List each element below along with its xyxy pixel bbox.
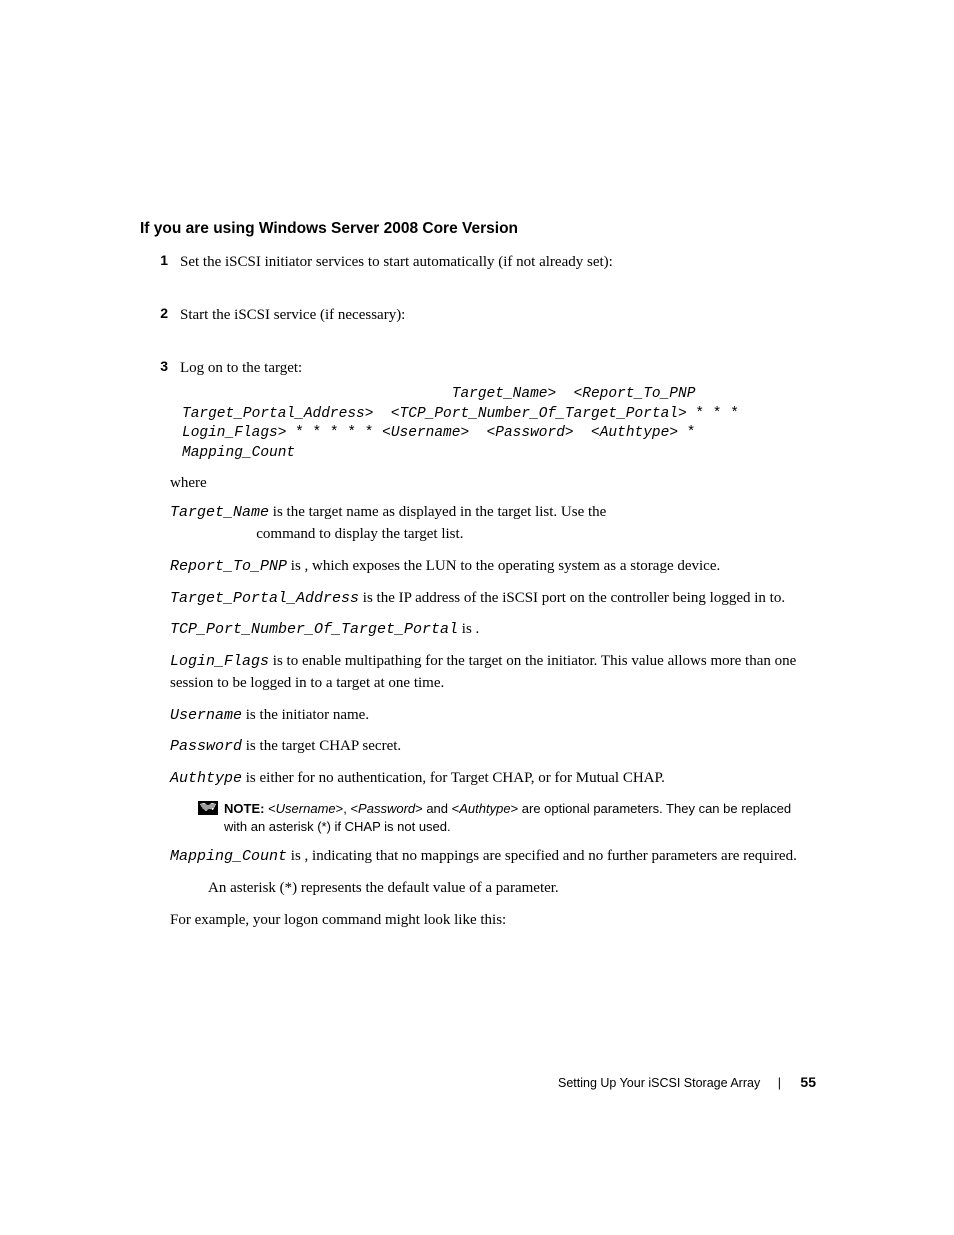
param-var: TCP_Port_Number_Of_Target_Portal [170, 621, 458, 638]
param-authtype: Authtype is either for no authentication… [170, 768, 824, 790]
param-password: Password is the target CHAP secret. [170, 736, 824, 758]
command-syntax: Target_Name> <Report_To_PNP Target_Porta… [182, 385, 824, 463]
note-text: NOTE: <Username>, <Password> and <Authty… [224, 800, 814, 836]
step-1: 1 Set the iSCSI initiator services to st… [140, 252, 824, 273]
example-intro: For example, your logon command might lo… [170, 910, 824, 932]
param-target-name: Target_Name is the target name as displa… [170, 502, 824, 546]
note-block: NOTE: <Username>, <Password> and <Authty… [198, 800, 814, 836]
note-icon [198, 801, 218, 815]
param-report-to-pnp: Report_To_PNP is , which exposes the LUN… [170, 556, 824, 578]
param-mapping-count: Mapping_Count is , indicating that no ma… [170, 846, 824, 868]
section-heading: If you are using Windows Server 2008 Cor… [140, 220, 824, 238]
param-username: Username is the initiator name. [170, 705, 824, 727]
footer-title: Setting Up Your iSCSI Storage Array [558, 1076, 760, 1090]
param-login-flags: Login_Flags is to enable multipathing fo… [170, 651, 824, 695]
page-content: If you are using Windows Server 2008 Cor… [0, 0, 954, 931]
param-tcp-port: TCP_Port_Number_Of_Target_Portal is . [170, 619, 824, 641]
step-text: Start the iSCSI service (if necessary): [180, 305, 824, 326]
footer-separator: | [778, 1076, 781, 1090]
param-var: Target_Name [170, 504, 269, 521]
step-number: 2 [140, 305, 180, 326]
param-var: Password [170, 738, 242, 755]
step-text: Log on to the target: [180, 358, 824, 379]
page-footer: Setting Up Your iSCSI Storage Array | 55 [558, 1074, 816, 1090]
page-number: 55 [800, 1074, 816, 1090]
asterisk-note: An asterisk (*) represents the default v… [208, 878, 824, 900]
param-var: Target_Portal_Address [170, 590, 359, 607]
step-text: Set the iSCSI initiator services to star… [180, 252, 824, 273]
step-3: 3 Log on to the target: [140, 358, 824, 379]
param-var: Mapping_Count [170, 848, 287, 865]
param-target-portal-address: Target_Portal_Address is the IP address … [170, 588, 824, 610]
param-var: Login_Flags [170, 653, 269, 670]
step-number: 3 [140, 358, 180, 379]
step-2: 2 Start the iSCSI service (if necessary)… [140, 305, 824, 326]
where-label: where [170, 475, 824, 492]
param-var: Username [170, 707, 242, 724]
param-var: Authtype [170, 770, 242, 787]
step-number: 1 [140, 252, 180, 273]
param-var: Report_To_PNP [170, 558, 287, 575]
